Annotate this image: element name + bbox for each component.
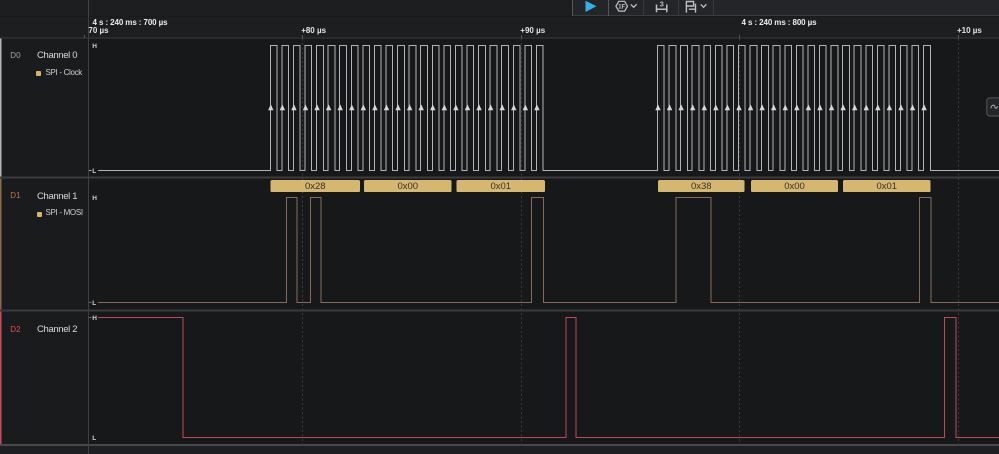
svg-text:L: L [92,168,96,175]
svg-text:H: H [92,195,97,202]
svg-text:0x00: 0x00 [397,181,418,192]
svg-text:L: L [92,435,96,442]
svg-text:H: H [92,43,97,50]
svg-text:H: H [92,315,97,322]
svg-text:L: L [92,300,96,307]
svg-text:0x01: 0x01 [490,181,511,192]
svg-text:0x28: 0x28 [305,181,326,192]
svg-text:0x01: 0x01 [876,181,897,192]
svg-text:0x00: 0x00 [784,181,805,192]
svg-text:1F: 1F [618,4,625,10]
svg-text:0x38: 0x38 [691,181,712,192]
svg-text:3: 3 [660,0,664,8]
